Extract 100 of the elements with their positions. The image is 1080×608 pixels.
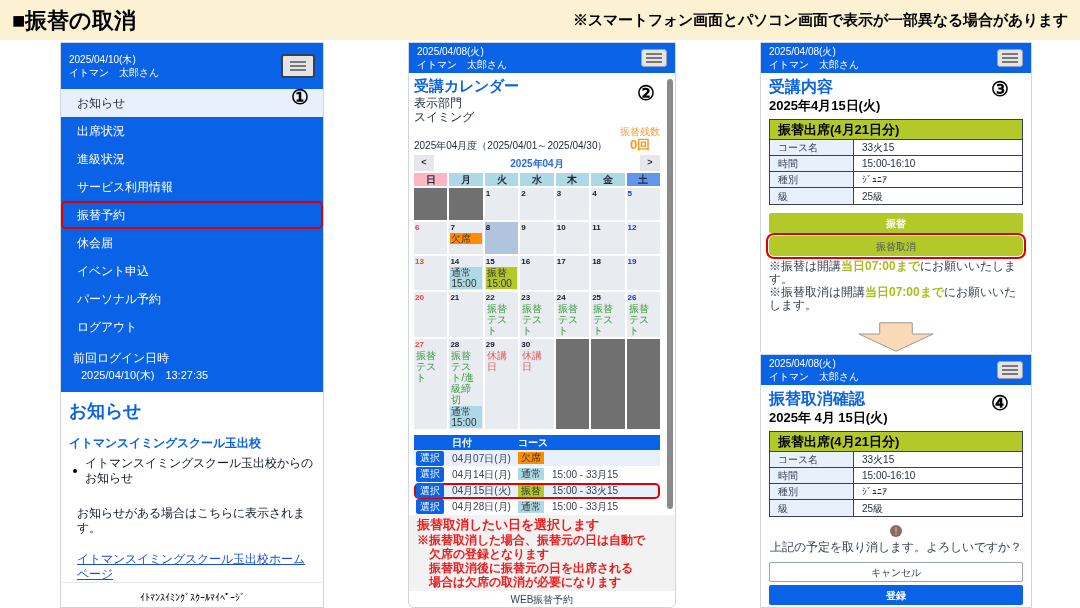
event-label: 休講日 [485, 350, 508, 372]
next-month-button[interactable]: > [640, 155, 660, 171]
list-date: 04月14日(月) [452, 467, 512, 482]
menu-button[interactable] [997, 49, 1023, 67]
instruction-line: 振替取消後に振替元の日を出席される [428, 561, 634, 575]
previous-month-button[interactable]: < [414, 155, 434, 171]
list-date: 04月15日(火) [452, 484, 512, 499]
page-heading: 振替取消確認 [769, 389, 865, 409]
day-cell[interactable]: 2 [520, 188, 554, 220]
list-date: 04月07日(月) [452, 451, 512, 466]
day-number: 20 [415, 293, 425, 302]
day-cell[interactable]: 7 欠席 [449, 222, 483, 254]
menu-button[interactable] [997, 361, 1023, 379]
last-login-label: 前回ログイン日時 [72, 350, 170, 367]
table-value: 25級 [861, 189, 885, 204]
event-label: 振替テスト [485, 303, 508, 336]
deadline-note: ※振替は開講当日07:00までにお願いいたします。 [769, 260, 1017, 286]
day-cell[interactable]: 21 [449, 292, 483, 337]
day-cell[interactable]: 11 [591, 222, 625, 254]
footer-text: WEB振替予約 [509, 592, 575, 607]
menu-item[interactable]: イベント申込 [61, 257, 323, 285]
day-cell[interactable]: 9 [520, 222, 554, 254]
menu-button[interactable] [641, 49, 667, 67]
day-cell[interactable]: 14 通常 15:00 [449, 256, 483, 290]
menu-item[interactable]: ログアウト [61, 313, 323, 341]
day-cell[interactable]: 15 振替 15:00 [484, 256, 519, 290]
menu-item[interactable]: 休会届 [61, 229, 323, 257]
day-cell[interactable]: 23 振替テスト [520, 292, 554, 337]
scrollbar[interactable] [667, 79, 673, 509]
course-badge: 通常 [518, 468, 544, 481]
day-cell[interactable]: 22 振替テスト [484, 292, 519, 337]
day-cell[interactable]: 5 [626, 188, 660, 220]
page-heading: 受講内容 [769, 77, 833, 97]
department-name: スイミング [414, 110, 474, 124]
course-badge: 通常 [518, 500, 544, 513]
event-label: 休講日 [521, 350, 544, 372]
action-button[interactable]: キャンセル [769, 562, 1023, 582]
menu-item[interactable]: 振替予約 [61, 201, 323, 229]
day-cell[interactable]: 4 [591, 188, 625, 220]
day-number: 10 [556, 223, 567, 232]
course-time: 15:00 - 33火15 [551, 484, 620, 499]
day-cell[interactable]: 18 [591, 256, 625, 290]
day-cell[interactable]: 8 [484, 222, 519, 254]
step-number: ① [291, 87, 309, 107]
deadline-note: ※振替取消は開講当日07:00までにお願いいたします。 [769, 286, 1017, 312]
table-label: 級 [770, 188, 854, 204]
homepage-link[interactable]: イトマンスイミングスクール玉出校ホームページ [77, 551, 307, 582]
action-button[interactable]: 振替取消 [769, 236, 1023, 256]
footer-text: ｲﾄﾏﾝｽｲﾐﾝｸﾞｽｸｰﾙﾏｲﾍﾟｰｼﾞ [61, 581, 323, 607]
day-number: 27 [415, 340, 425, 349]
lesson-date: 2025年4月15日(火) [769, 97, 881, 115]
page-heading: 受講カレンダー [414, 76, 519, 96]
department-label: 表示部門 [414, 96, 462, 110]
table-value: ｼﾞｭﾆｱ [861, 173, 888, 187]
day-cell[interactable]: 10 [555, 222, 590, 254]
down-arrow-icon [858, 322, 934, 352]
weekday-header: 土 [626, 173, 660, 186]
action-button[interactable]: 登録 [769, 585, 1023, 605]
menu-item[interactable]: パーソナル予約 [61, 285, 323, 313]
day-cell[interactable]: 3 [555, 188, 590, 220]
table-heading: 振替出席(4月21日分) [770, 120, 1022, 140]
day-cell[interactable]: 12 [626, 222, 660, 254]
day-number: 1 [485, 189, 492, 198]
day-number: 8 [485, 223, 492, 232]
event-label: 通常 15:00 [450, 267, 482, 289]
column-header: 日付 [452, 436, 473, 450]
day-cell[interactable]: 28 振替テスト/進級締切 通常 15:00 [449, 339, 483, 429]
weekday-header: 火 [484, 173, 519, 186]
select-button[interactable]: 選択 [416, 466, 444, 482]
event-label: 振替 15:00 [485, 267, 518, 289]
day-cell[interactable]: 19 [626, 256, 660, 290]
select-button[interactable]: 選択 [416, 499, 444, 515]
menu-item[interactable]: 出席状況 [61, 117, 323, 145]
instruction-heading: 振替取消したい日を選択します [417, 517, 600, 533]
day-cell[interactable]: 26 振替テスト [626, 292, 660, 337]
day-number: 18 [592, 257, 603, 266]
table-value: 15:00-16:10 [861, 157, 917, 171]
remaining-label: 振替残数 [620, 126, 660, 137]
event-label: 通常 15:00 [450, 406, 482, 428]
day-number: 4 [592, 189, 598, 198]
day-cell[interactable]: 30 休講日 [520, 339, 554, 429]
day-cell[interactable]: 29 休講日 [484, 339, 519, 429]
select-button[interactable]: 選択 [416, 450, 444, 466]
header-date: 2025/04/08(火) [769, 45, 837, 58]
day-cell[interactable]: 24 振替テスト [555, 292, 590, 337]
select-button[interactable]: 選択 [416, 483, 444, 499]
day-cell[interactable]: 16 [520, 256, 554, 290]
day-cell[interactable]: 17 [555, 256, 590, 290]
day-number: 5 [627, 189, 633, 198]
day-cell[interactable]: 25 振替テスト [591, 292, 625, 337]
day-cell[interactable]: 1 [484, 188, 519, 220]
header-date: 2025/04/08(火) [417, 45, 485, 58]
table-label: 種別 [770, 484, 854, 499]
school-name: イトマンスイミングスクール玉出校 [69, 434, 261, 452]
menu-item[interactable]: サービス利用情報 [61, 173, 323, 201]
header-date: 2025/04/08(火) [769, 357, 837, 370]
menu-item[interactable]: 進級状況 [61, 145, 323, 173]
menu-button[interactable] [281, 54, 315, 78]
day-number: 21 [450, 293, 461, 302]
table-label: コース名 [770, 140, 854, 155]
